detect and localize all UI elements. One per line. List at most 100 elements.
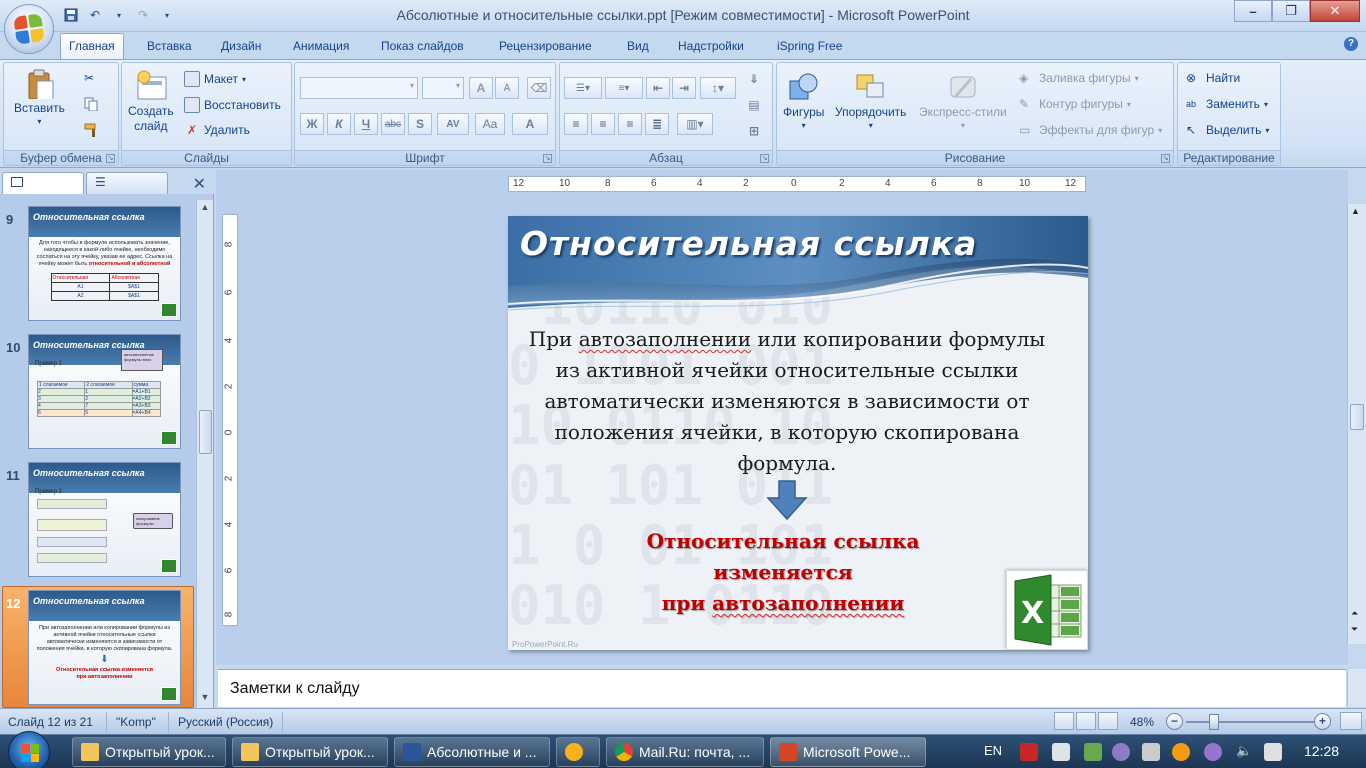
smartart-icon[interactable]: ⊞: [742, 121, 766, 141]
slide-conclusion-text[interactable]: Относительная ссылка изменяется при авто…: [608, 526, 958, 619]
shape-effects-button[interactable]: ▭ Эффекты для фигур ▾: [1019, 123, 1162, 137]
slide-sorter-icon[interactable]: [1076, 712, 1096, 730]
tab-insert[interactable]: Вставка: [147, 39, 192, 53]
tray-app-icon[interactable]: [1084, 743, 1102, 761]
scroll-down-icon[interactable]: ▼: [197, 692, 213, 706]
theme-name[interactable]: "Komp": [116, 715, 156, 729]
shrink-font-button[interactable]: A: [495, 77, 519, 99]
align-left-icon[interactable]: ≡: [564, 113, 588, 135]
zoom-level[interactable]: 48%: [1130, 715, 1154, 729]
text-direction-icon[interactable]: ⇓: [742, 69, 766, 89]
drawing-launcher-icon[interactable]: ↘: [1161, 154, 1170, 163]
tab-slides-thumbnails[interactable]: [2, 172, 84, 194]
shadow-button[interactable]: S: [408, 113, 432, 135]
bold-button[interactable]: Ж: [300, 113, 324, 135]
close-panel-icon[interactable]: ✕: [193, 174, 206, 194]
notes-pane[interactable]: Заметки к слайду: [218, 669, 1346, 707]
tray-app-icon[interactable]: [1204, 743, 1222, 761]
help-icon[interactable]: ?: [1344, 37, 1358, 51]
taskbar-item[interactable]: [556, 737, 600, 767]
scroll-up-icon[interactable]: ▲: [1351, 206, 1360, 216]
delete-slide-button[interactable]: ✗ Удалить: [184, 123, 250, 137]
close-button[interactable]: ✕: [1310, 0, 1360, 22]
zoom-out-icon[interactable]: −: [1166, 713, 1183, 730]
underline-button[interactable]: Ч: [354, 113, 378, 135]
clock[interactable]: 12:28: [1304, 743, 1339, 759]
numbering-button[interactable]: ≡▾: [605, 77, 643, 99]
replace-button[interactable]: ab Заменить ▾: [1186, 97, 1268, 111]
minimize-button[interactable]: –: [1234, 0, 1272, 22]
previous-slide-icon[interactable]: ⏶: [1351, 608, 1358, 619]
cut-icon[interactable]: ✂: [84, 71, 94, 85]
windows-flag-icon[interactable]: [1052, 743, 1070, 761]
char-spacing-button[interactable]: AV: [437, 113, 469, 135]
taskbar-item-active[interactable]: Microsoft Powe...: [770, 737, 926, 767]
tab-outline[interactable]: ☰: [86, 172, 168, 194]
taskbar-item[interactable]: Открытый урок...: [232, 737, 388, 767]
strikethrough-button[interactable]: abc: [381, 113, 405, 135]
vertical-ruler[interactable]: 8 6 4 2 0 2 4 6 8: [222, 214, 238, 626]
taskbar-item[interactable]: Открытый урок...: [72, 737, 226, 767]
grow-font-button[interactable]: A: [469, 77, 493, 99]
next-slide-icon[interactable]: ⏷: [1351, 624, 1358, 635]
font-color-button[interactable]: A: [512, 113, 548, 135]
paragraph-launcher-icon[interactable]: ↘: [760, 154, 769, 163]
fit-to-window-icon[interactable]: [1340, 712, 1362, 730]
align-right-icon[interactable]: ≡: [618, 113, 642, 135]
shapes-button[interactable]: Фигуры ▾: [783, 71, 824, 130]
align-text-icon[interactable]: ▤: [742, 95, 766, 115]
line-spacing-icon[interactable]: ↕▾: [700, 77, 736, 99]
select-button[interactable]: ↖ Выделить ▾: [1186, 123, 1269, 137]
tray-app-icon[interactable]: [1020, 743, 1038, 761]
shape-fill-button[interactable]: ◈ Заливка фигуры ▾: [1019, 71, 1139, 85]
volume-icon[interactable]: 🔈: [1236, 743, 1252, 759]
paste-button[interactable]: Вставить ▾: [14, 69, 65, 126]
tab-slideshow[interactable]: Показ слайдов: [381, 39, 464, 53]
slide-title[interactable]: Относительная ссылка: [520, 224, 977, 263]
tab-ispring[interactable]: iSpring Free: [777, 39, 842, 53]
thumbnail-scrollbar[interactable]: ▲ ▼: [196, 200, 213, 708]
tab-view[interactable]: Вид: [627, 39, 649, 53]
down-arrow-icon[interactable]: [766, 480, 808, 520]
increase-indent-icon[interactable]: ⇥: [672, 77, 696, 99]
reset-button[interactable]: Восстановить: [184, 97, 281, 113]
language-indicator[interactable]: Русский (Россия): [178, 715, 273, 729]
taskbar-item[interactable]: Mail.Ru: почта, ...: [606, 737, 764, 767]
scroll-up-icon[interactable]: ▲: [197, 202, 213, 216]
layout-button[interactable]: Макет ▾: [184, 71, 246, 87]
arrange-button[interactable]: Упорядочить ▾: [835, 71, 906, 130]
normal-view-icon[interactable]: [1054, 712, 1074, 730]
bullets-button[interactable]: ☰▾: [564, 77, 602, 99]
slide-thumbnail-9[interactable]: Относительная ссылка Для того чтобы в фо…: [28, 206, 181, 321]
font-launcher-icon[interactable]: ↘: [543, 154, 552, 163]
zoom-slider-track[interactable]: [1186, 721, 1314, 723]
justify-icon[interactable]: ≣: [645, 113, 669, 135]
zoom-slider-knob[interactable]: [1209, 714, 1219, 730]
change-case-button[interactable]: Aa: [475, 113, 505, 135]
scroll-thumb[interactable]: [199, 410, 212, 454]
tab-home[interactable]: Главная: [60, 33, 124, 61]
italic-button[interactable]: К: [327, 113, 351, 135]
taskbar-item[interactable]: Абсолютные и ...: [394, 737, 550, 767]
slide-thumbnail-11[interactable]: Относительная ссылка Пример 2 копировани…: [28, 462, 181, 577]
office-button[interactable]: [4, 4, 54, 54]
font-family-combo[interactable]: ▾: [300, 77, 418, 99]
tab-animation[interactable]: Анимация: [293, 39, 349, 53]
new-slide-button[interactable]: Создать слайд: [128, 69, 174, 133]
notes-scrollbar[interactable]: [1347, 669, 1366, 707]
slide-body-text[interactable]: При автозаполнении или копировании форму…: [528, 324, 1046, 479]
tray-app-icon[interactable]: [1112, 743, 1130, 761]
shape-outline-button[interactable]: ✎ Контур фигуры ▾: [1019, 97, 1131, 111]
scroll-thumb[interactable]: [1350, 404, 1364, 430]
notes-placeholder[interactable]: Заметки к слайду: [230, 680, 360, 698]
input-language[interactable]: EN: [984, 743, 1002, 758]
slide-thumbnail-12[interactable]: Относительная ссылка При автозаполнении …: [28, 590, 181, 705]
tab-addins[interactable]: Надстройки: [678, 39, 744, 53]
tray-app-icon[interactable]: [1172, 743, 1190, 761]
slide-thumbnail-10[interactable]: Относительная ссылка Пример 1 автозаполн…: [28, 334, 181, 449]
decrease-indent-icon[interactable]: ⇤: [646, 77, 670, 99]
maximize-button[interactable]: ❐: [1272, 0, 1310, 22]
start-button[interactable]: [8, 731, 50, 768]
zoom-in-icon[interactable]: +: [1314, 713, 1331, 730]
tab-design[interactable]: Дизайн: [221, 39, 261, 53]
